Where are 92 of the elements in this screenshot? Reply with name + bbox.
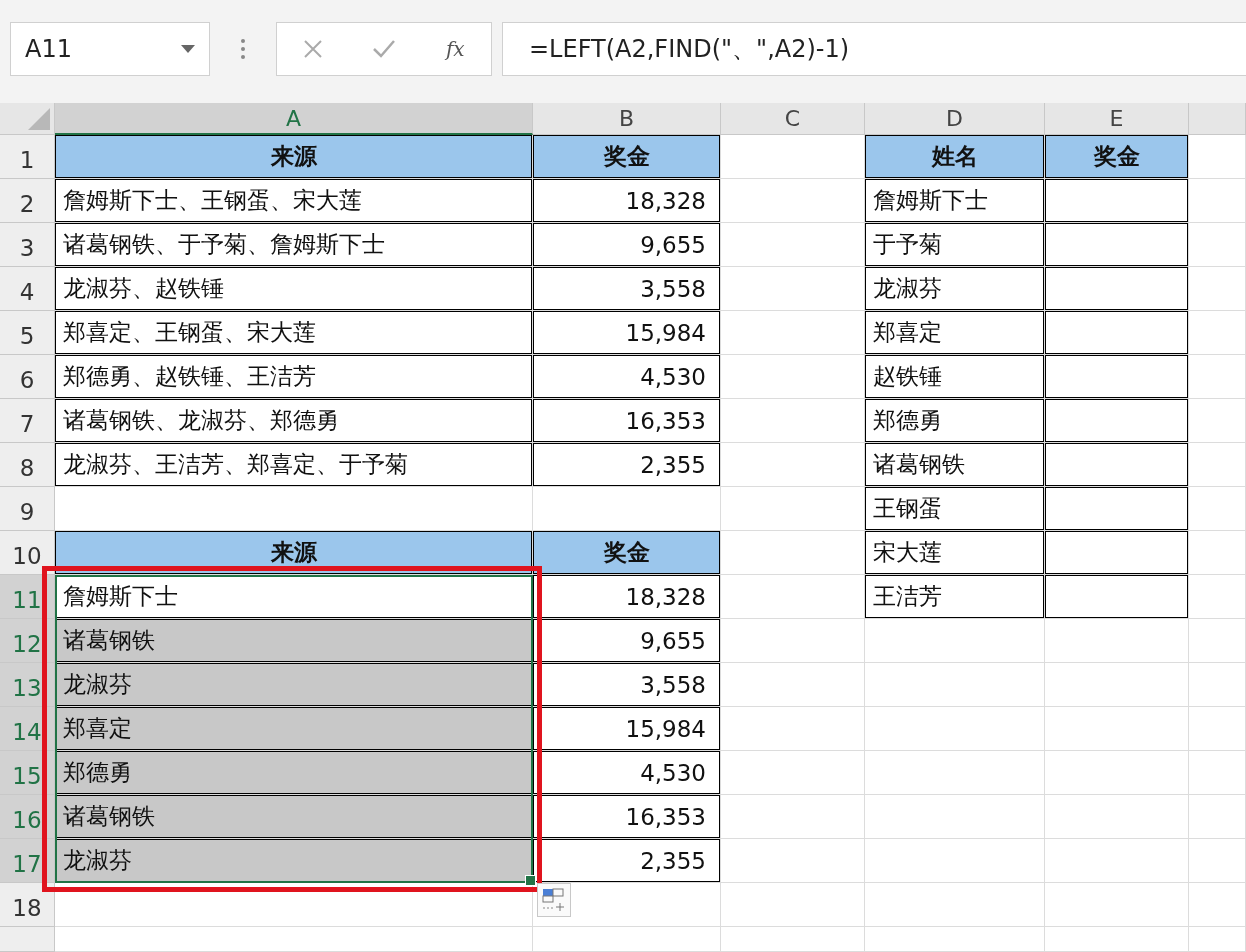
table-cell: 2,355 [533,839,721,883]
column-header[interactable]: D [865,103,1045,135]
table-cell: 龙淑芬 [865,267,1045,311]
dropdown-caret-icon[interactable] [181,45,195,53]
row-header[interactable]: 2 [0,179,55,223]
table-cell [1189,619,1246,663]
table-cell: 于予菊 [865,223,1045,267]
table-cell [1189,839,1246,883]
table-cell: 诸葛钢铁、于予菊、詹姆斯下士 [55,223,533,267]
table-cell: 龙淑芬 [55,663,533,707]
fill-handle[interactable] [525,875,536,886]
table-cell [1189,223,1246,267]
table-cell [1189,399,1246,443]
row-header[interactable]: 8 [0,443,55,487]
table-cell [1189,487,1246,531]
row-header[interactable]: 6 [0,355,55,399]
table-cell: 郑德勇 [55,751,533,795]
column-header[interactable]: C [721,103,865,135]
table-cell: 16,353 [533,795,721,839]
column-header[interactable]: A [55,103,533,135]
table-cell: 龙淑芬 [55,839,533,883]
table-cell: 15,984 [533,707,721,751]
select-all-button[interactable] [0,103,55,135]
more-options-icon[interactable] [240,38,246,60]
table-cell: 诸葛钢铁 [55,795,533,839]
column-header[interactable] [1189,103,1246,135]
table-cell [1189,751,1246,795]
table-cell [1189,443,1246,487]
triangle-icon [28,108,50,130]
table-cell [1189,267,1246,311]
close-icon [302,39,323,59]
table-cell: 4,530 [533,355,721,399]
table-cell: 龙淑芬、赵铁锤 [55,267,533,311]
table-cell: 王洁芳 [865,575,1045,619]
table-cell: 9,655 [533,223,721,267]
table-cell: 4,530 [533,751,721,795]
table-cell: 诸葛钢铁、龙淑芬、郑德勇 [55,399,533,443]
row-header[interactable]: 18 [0,883,55,927]
table-cell: 王钢蛋 [865,487,1045,531]
cell-reference: A11 [25,35,72,63]
table-cell: 郑喜定 [55,707,533,751]
table-cell: 郑喜定、王钢蛋、宋大莲 [55,311,533,355]
table-header-cell: 来源 [55,135,533,179]
row-header[interactable]: 5 [0,311,55,355]
table-cell: 3,558 [533,663,721,707]
formula-field[interactable]: =LEFT(A2,FIND("、",A2)-1) [502,22,1246,76]
table-cell [1189,575,1246,619]
row-header[interactable]: 1 [0,135,55,179]
row-header[interactable]: 4 [0,267,55,311]
table-header-cell: 姓名 [865,135,1045,179]
table-cell [1189,883,1246,927]
row-header[interactable]: 3 [0,223,55,267]
table-cell: 16,353 [533,399,721,443]
table-cell: 15,984 [533,311,721,355]
table-header-cell: 奖金 [533,531,721,575]
table-header-cell: 奖金 [533,135,721,179]
table-cell: 詹姆斯下士、王钢蛋、宋大莲 [55,179,533,223]
table-cell: 郑德勇 [865,399,1045,443]
table-cell [1189,663,1246,707]
table-cell: 诸葛钢铁 [55,619,533,663]
table-cell [1189,707,1246,751]
table-cell: 詹姆斯下士 [865,179,1045,223]
table-cell: 3,558 [533,267,721,311]
table-cell [1189,531,1246,575]
column-header[interactable]: E [1045,103,1189,135]
table-cell: 18,328 [533,575,721,619]
table-cell [1189,795,1246,839]
name-box[interactable]: A11 [10,22,210,76]
table-cell [1189,311,1246,355]
table-cell: 2,355 [533,443,721,487]
table-cell [1189,135,1246,179]
table-cell: 郑喜定 [865,311,1045,355]
table-header-cell: 来源 [55,531,533,575]
column-header[interactable]: B [533,103,721,135]
row-header[interactable]: 7 [0,399,55,443]
checkmark-icon [372,39,396,59]
row-header[interactable]: 9 [0,487,55,531]
table-cell: 18,328 [533,179,721,223]
table-cell [1189,179,1246,223]
table-cell: 宋大莲 [865,531,1045,575]
table-cell: 郑德勇、赵铁锤、王洁芳 [55,355,533,399]
row-header[interactable]: 10 [0,531,55,575]
table-cell [1189,355,1246,399]
paste-options-icon[interactable] [537,883,571,917]
row-header[interactable] [0,927,55,952]
table-cell: 赵铁锤 [865,355,1045,399]
table-header-cell: 奖金 [1045,135,1189,179]
table-cell: 诸葛钢铁 [865,443,1045,487]
insert-function-button[interactable]: fx [435,29,476,69]
table-cell [1189,927,1246,952]
table-cell: 龙淑芬、王洁芳、郑喜定、于予菊 [55,443,533,487]
table-cell: 9,655 [533,619,721,663]
